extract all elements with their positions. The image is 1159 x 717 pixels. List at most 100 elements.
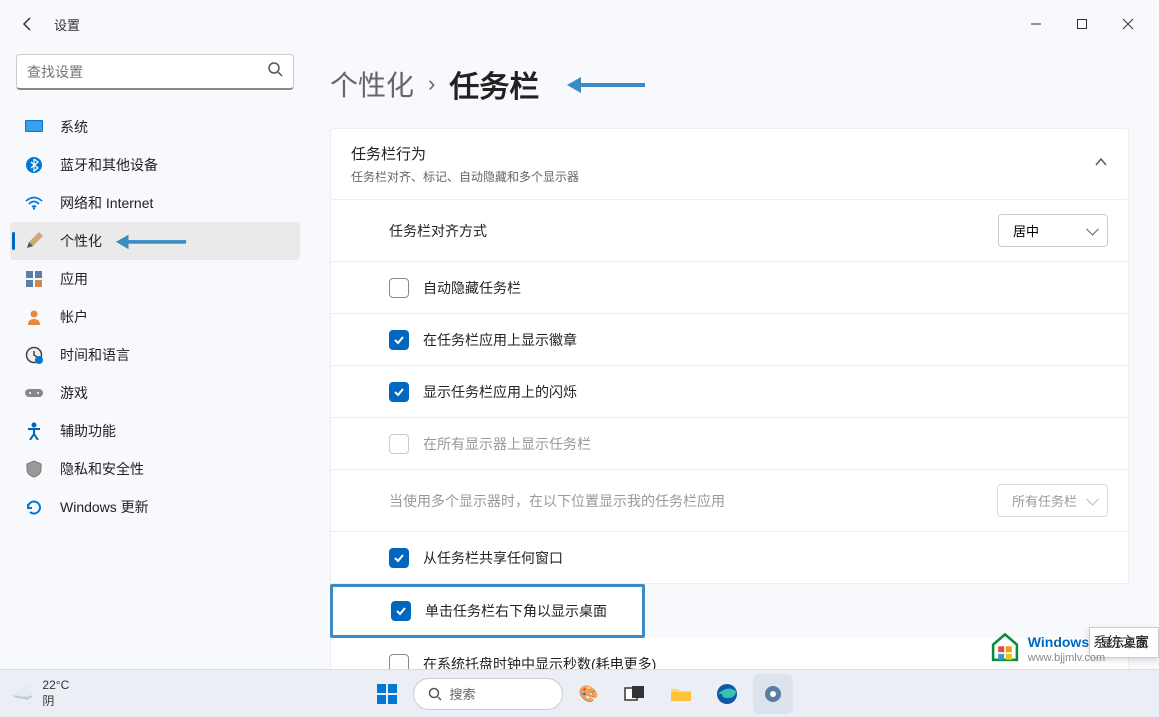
sidebar-item-label: 辅助功能: [60, 421, 116, 441]
taskbar-search-label: 搜索: [450, 684, 476, 703]
alldisplays-checkbox: [389, 434, 409, 454]
sidebar-item-label: 应用: [60, 269, 88, 289]
sidebar-item-gaming[interactable]: 游戏: [10, 374, 300, 412]
accessibility-icon: [24, 421, 44, 441]
setting-label: 任务栏对齐方式: [389, 221, 487, 241]
back-button[interactable]: [8, 4, 48, 44]
bluetooth-icon: [24, 155, 44, 175]
setting-badges[interactable]: 在任务栏应用上显示徽章: [330, 314, 1129, 366]
page-title: 任务栏: [449, 62, 539, 106]
system-icon: [24, 117, 44, 137]
close-button[interactable]: [1105, 8, 1151, 40]
setting-label: 单击任务栏右下角以显示桌面: [425, 601, 607, 621]
multidisplay-dropdown: 所有任务栏: [997, 484, 1108, 517]
shareany-checkbox[interactable]: [389, 548, 409, 568]
annotation-arrow-icon: [116, 237, 186, 246]
update-icon: [24, 497, 44, 517]
gear-icon: [762, 683, 784, 705]
sidebar-item-label: 蓝牙和其他设备: [60, 155, 158, 175]
setting-show-desktop[interactable]: 单击任务栏右下角以显示桌面: [330, 584, 645, 638]
seconds-checkbox[interactable]: [389, 654, 409, 670]
sidebar-item-accessibility[interactable]: 辅助功能: [10, 412, 300, 450]
taskbar[interactable]: ☁️ 22°C 阴 搜索 🎨: [0, 669, 1159, 717]
flashing-checkbox[interactable]: [389, 382, 409, 402]
search-box[interactable]: [16, 54, 294, 90]
alignment-dropdown[interactable]: 居中: [998, 214, 1108, 247]
sidebar: 系统 蓝牙和其他设备 网络和 Internet 个性化 应用 帐户 时间和语言: [0, 48, 310, 669]
sidebar-item-system[interactable]: 系统: [10, 108, 300, 146]
setting-share-window[interactable]: 从任务栏共享任何窗口: [330, 532, 1129, 584]
setting-multi-display: 当使用多个显示器时，在以下位置显示我的任务栏应用 所有任务栏: [330, 470, 1129, 532]
sidebar-item-label: 个性化: [60, 231, 102, 251]
search-icon: [428, 687, 442, 701]
sidebar-item-accounts[interactable]: 帐户: [10, 298, 300, 336]
taskbar-explorer[interactable]: [661, 674, 701, 714]
annotation-arrow-icon: [567, 79, 645, 89]
sidebar-item-label: Windows 更新: [60, 497, 149, 517]
watermark: Windows 系统之家 www.bjjmlv.com: [988, 631, 1149, 665]
gaming-icon: [24, 383, 44, 403]
wifi-icon: [24, 193, 44, 213]
group-title: 任务栏行为: [351, 143, 579, 164]
sidebar-item-network[interactable]: 网络和 Internet: [10, 184, 300, 222]
weather-temp: 22°C: [42, 678, 69, 692]
setting-label: 在任务栏应用上显示徽章: [423, 330, 577, 350]
edge-icon: [716, 683, 738, 705]
setting-alignment: 任务栏对齐方式 居中: [330, 200, 1129, 262]
sidebar-item-label: 时间和语言: [60, 345, 130, 365]
account-icon: [24, 307, 44, 327]
setting-autohide[interactable]: 自动隐藏任务栏: [330, 262, 1129, 314]
sidebar-item-label: 网络和 Internet: [60, 193, 153, 213]
sidebar-item-label: 隐私和安全性: [60, 459, 144, 479]
setting-label: 在所有显示器上显示任务栏: [423, 434, 591, 454]
search-icon: [267, 61, 283, 82]
sidebar-item-privacy[interactable]: 隐私和安全性: [10, 450, 300, 488]
sidebar-item-personalization[interactable]: 个性化: [10, 222, 300, 260]
taskbar-settings[interactable]: [753, 674, 793, 714]
watermark-brand: Windows: [1028, 634, 1089, 650]
setting-all-displays: 在所有显示器上显示任务栏: [330, 418, 1129, 470]
shield-icon: [24, 459, 44, 479]
badges-checkbox[interactable]: [389, 330, 409, 350]
watermark-suffix: 系统之家: [1093, 634, 1149, 650]
autohide-checkbox[interactable]: [389, 278, 409, 298]
sidebar-item-apps[interactable]: 应用: [10, 260, 300, 298]
taskbar-search[interactable]: 搜索: [413, 678, 563, 710]
weather-icon: ☁️: [12, 683, 34, 704]
watermark-logo-icon: [988, 631, 1022, 665]
personalize-icon: [24, 231, 44, 251]
sidebar-item-bluetooth[interactable]: 蓝牙和其他设备: [10, 146, 300, 184]
setting-label: 从任务栏共享任何窗口: [423, 548, 563, 568]
sidebar-item-label: 帐户: [60, 307, 88, 327]
group-taskbar-behaviors[interactable]: 任务栏行为 任务栏对齐、标记、自动隐藏和多个显示器: [330, 128, 1129, 200]
main-content: 个性化 › 任务栏 任务栏行为 任务栏对齐、标记、自动隐藏和多个显示器 任务栏对…: [310, 48, 1159, 669]
maximize-button[interactable]: [1059, 8, 1105, 40]
taskbar-weather[interactable]: ☁️ 22°C 阴: [0, 678, 81, 709]
search-input[interactable]: [27, 64, 267, 80]
setting-label: 显示任务栏应用上的闪烁: [423, 382, 577, 402]
app-icon: 🎨: [579, 684, 599, 704]
sidebar-item-update[interactable]: Windows 更新: [10, 488, 300, 526]
setting-label: 当使用多个显示器时，在以下位置显示我的任务栏应用: [389, 491, 725, 511]
setting-label: 自动隐藏任务栏: [423, 278, 521, 298]
taskbar-taskview[interactable]: [615, 674, 655, 714]
chevron-right-icon: ›: [428, 71, 435, 97]
minimize-button[interactable]: [1013, 8, 1059, 40]
breadcrumb: 个性化 › 任务栏: [330, 62, 1129, 106]
sidebar-item-time[interactable]: 时间和语言: [10, 336, 300, 374]
apps-icon: [24, 269, 44, 289]
watermark-url: www.bjjmlv.com: [1028, 652, 1149, 664]
taskbar-app-1[interactable]: 🎨: [569, 674, 609, 714]
taskview-icon: [624, 685, 646, 703]
chevron-up-icon: [1094, 155, 1108, 174]
setting-flashing[interactable]: 显示任务栏应用上的闪烁: [330, 366, 1129, 418]
sidebar-item-label: 游戏: [60, 383, 88, 403]
folder-icon: [670, 685, 692, 703]
weather-cond: 阴: [42, 692, 69, 709]
start-button[interactable]: [367, 674, 407, 714]
app-title: 设置: [54, 15, 80, 34]
taskbar-edge[interactable]: [707, 674, 747, 714]
sidebar-item-label: 系统: [60, 117, 88, 137]
breadcrumb-parent[interactable]: 个性化: [330, 64, 414, 104]
showdesktop-checkbox[interactable]: [391, 601, 411, 621]
